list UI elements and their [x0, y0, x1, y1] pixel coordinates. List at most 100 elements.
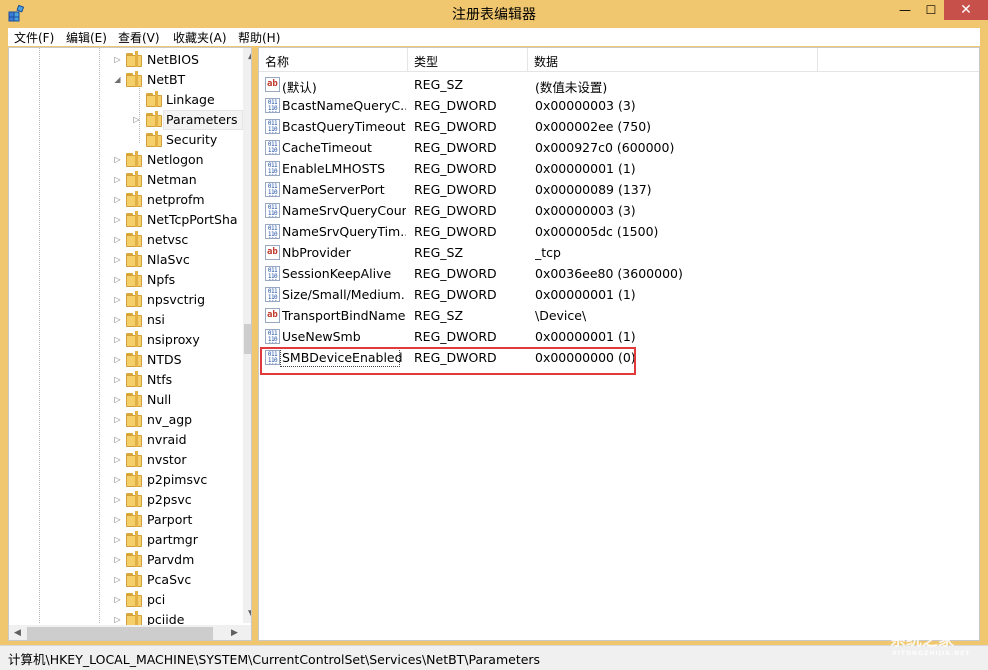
- tree-item[interactable]: ▷ Npfs: [9, 270, 235, 290]
- tree-item[interactable]: ▷ Ntfs: [9, 370, 235, 390]
- tree-expander-icon[interactable]: ▷: [113, 395, 122, 404]
- value-row[interactable]: 011 110 010NameSrvQueryCount REG_DWORD 0x0…: [259, 200, 979, 221]
- tree-expander-icon[interactable]: [132, 95, 141, 104]
- tree-item[interactable]: ▷ Netlogon: [9, 150, 235, 170]
- tree-item[interactable]: ▷ Netman: [9, 170, 235, 190]
- scroll-up-icon[interactable]: ▲: [243, 48, 251, 65]
- value-type: REG_DWORD: [414, 203, 497, 218]
- tree-expander-icon[interactable]: ▷: [113, 315, 122, 324]
- tree-expander-icon[interactable]: ▷: [113, 415, 122, 424]
- tree-expander-icon[interactable]: ▷: [113, 275, 122, 284]
- tree-item[interactable]: ▷ NlaSvc: [9, 250, 235, 270]
- tree-item[interactable]: ▷ p2pimsvc: [9, 470, 235, 490]
- value-row[interactable]: ab (默认) REG_SZ (数值未设置): [259, 74, 979, 95]
- value-row[interactable]: 011 110 010NameServerPort REG_DWORD 0x0000…: [259, 179, 979, 200]
- tree-vertical-scroll-thumb[interactable]: [244, 324, 251, 354]
- menu-favorites[interactable]: 收藏夹(A): [173, 29, 227, 46]
- tree-item[interactable]: ▷ pci: [9, 590, 235, 610]
- tree-item[interactable]: ▷ partmgr: [9, 530, 235, 550]
- tree-vertical-scrollbar[interactable]: ▲ ▼: [243, 48, 251, 623]
- value-row[interactable]: 011 110 010Size/Small/Medium... REG_DWORD…: [259, 284, 979, 305]
- tree-item[interactable]: ▷ Parport: [9, 510, 235, 530]
- tree-expander-icon[interactable]: ▷: [113, 455, 122, 464]
- maximize-button[interactable]: ☐: [918, 0, 944, 20]
- scroll-right-icon[interactable]: ▶: [226, 625, 243, 640]
- tree-item[interactable]: ▷ PcaSvc: [9, 570, 235, 590]
- column-header-name[interactable]: 名称: [259, 48, 408, 72]
- menu-file[interactable]: 文件(F): [14, 29, 54, 46]
- menu-edit[interactable]: 编辑(E): [66, 29, 107, 46]
- tree-item[interactable]: ▷ nvraid: [9, 430, 235, 450]
- tree-expander-icon[interactable]: ▷: [113, 615, 122, 624]
- menu-help[interactable]: 帮助(H): [238, 29, 280, 46]
- value-row[interactable]: ab NbProvider REG_SZ _tcp: [259, 242, 979, 263]
- value-row[interactable]: 011 110 010BcastQueryTimeout REG_DWORD 0x0…: [259, 116, 979, 137]
- value-name: CacheTimeout: [282, 140, 372, 155]
- tree-item[interactable]: ▷ NetBIOS: [9, 50, 235, 70]
- value-type: REG_DWORD: [414, 161, 497, 176]
- tree-expander-icon[interactable]: ▷: [132, 115, 141, 124]
- tree-item[interactable]: ▷ nsi: [9, 310, 235, 330]
- scroll-down-icon[interactable]: ▼: [243, 606, 251, 623]
- value-row[interactable]: 011 110 010BcastNameQueryC... REG_DWORD 0x…: [259, 95, 979, 116]
- tree-item[interactable]: Linkage: [9, 90, 235, 110]
- value-row[interactable]: 011 110 010EnableLMHOSTS REG_DWORD 0x00000…: [259, 158, 979, 179]
- tree-item[interactable]: ▷ nsiproxy: [9, 330, 235, 350]
- tree-expander-icon[interactable]: ▷: [113, 495, 122, 504]
- column-header-data[interactable]: 数据: [528, 48, 818, 72]
- column-header-type[interactable]: 类型: [408, 48, 528, 72]
- tree-expander-icon[interactable]: ▷: [113, 535, 122, 544]
- tree-expander-icon[interactable]: ▷: [113, 175, 122, 184]
- tree-item[interactable]: Security: [9, 130, 235, 150]
- tree-item[interactable]: ▷ netprofm: [9, 190, 235, 210]
- tree-expander-icon[interactable]: ▷: [113, 215, 122, 224]
- tree-expander-icon[interactable]: ▷: [113, 515, 122, 524]
- tree-expander-icon[interactable]: ▷: [113, 375, 122, 384]
- tree-expander-icon[interactable]: ▷: [113, 475, 122, 484]
- tree-expander-icon[interactable]: ▷: [113, 355, 122, 364]
- tree-expander-icon[interactable]: ▷: [113, 295, 122, 304]
- key-tree-pane[interactable]: ▷ NetBIOS ◢ NetBT Linkage ▷ Parameters Security…: [8, 47, 252, 641]
- tree-horizontal-scrollbar[interactable]: ◀ ▶: [9, 625, 243, 640]
- tree-expander-icon[interactable]: ▷: [113, 235, 122, 244]
- tree-expander-icon[interactable]: ◢: [113, 75, 122, 84]
- value-row[interactable]: ab TransportBindName REG_SZ \Device\: [259, 305, 979, 326]
- tree-expander-icon[interactable]: ▷: [113, 575, 122, 584]
- tree-horizontal-scroll-thumb[interactable]: [27, 627, 213, 640]
- tree-expander-icon[interactable]: ▷: [113, 55, 122, 64]
- tree-item[interactable]: ▷ Parameters: [9, 110, 243, 130]
- value-row[interactable]: 011 110 010CacheTimeout REG_DWORD 0x000927…: [259, 137, 979, 158]
- value-type: REG_DWORD: [414, 119, 497, 134]
- value-row[interactable]: 011 110 010UseNewSmb REG_DWORD 0x00000001 …: [259, 326, 979, 347]
- value-name: Size/Small/Medium...: [282, 287, 406, 302]
- tree-item[interactable]: ▷ netvsc: [9, 230, 235, 250]
- tree-expander-icon[interactable]: ▷: [113, 435, 122, 444]
- tree-item-label: Npfs: [147, 272, 176, 287]
- tree-expander-icon[interactable]: ▷: [113, 255, 122, 264]
- value-list-pane[interactable]: 名称 类型 数据 ab(默认)REG_SZ(数值未设置)011 110 010B…: [258, 47, 980, 641]
- tree-item[interactable]: ▷ npsvctrig: [9, 290, 235, 310]
- tree-item[interactable]: ▷ NetTcpPortSha: [9, 210, 238, 230]
- tree-expander-icon[interactable]: ▷: [113, 555, 122, 564]
- tree-expander-icon[interactable]: [132, 135, 141, 144]
- minimize-button[interactable]: —: [892, 0, 918, 20]
- tree-item[interactable]: ▷ nvstor: [9, 450, 235, 470]
- tree-expander-icon[interactable]: ▷: [113, 595, 122, 604]
- tree-item[interactable]: ▷ Parvdm: [9, 550, 235, 570]
- tree-item[interactable]: ▷ NTDS: [9, 350, 235, 370]
- tree-item[interactable]: ▷ nv_agp: [9, 410, 235, 430]
- scrollbar-corner: [243, 625, 251, 640]
- tree-expander-icon[interactable]: ▷: [113, 335, 122, 344]
- tree-expander-icon[interactable]: ▷: [113, 155, 122, 164]
- scroll-left-icon[interactable]: ◀: [9, 625, 26, 640]
- tree-expander-icon[interactable]: ▷: [113, 195, 122, 204]
- tree-item[interactable]: ▷ p2psvc: [9, 490, 235, 510]
- value-row[interactable]: 011 110 010SessionKeepAlive REG_DWORD 0x00…: [259, 263, 979, 284]
- value-row[interactable]: 011 110 010NameSrvQueryTim... REG_DWORD 0x…: [259, 221, 979, 242]
- folder-icon: [126, 171, 142, 187]
- tree-item[interactable]: ▷ Null: [9, 390, 235, 410]
- close-button[interactable]: ✕: [944, 0, 988, 20]
- tree-item[interactable]: ◢ NetBT: [9, 70, 235, 90]
- tree-item-label: Parport: [147, 512, 193, 527]
- menu-view[interactable]: 查看(V): [118, 29, 160, 46]
